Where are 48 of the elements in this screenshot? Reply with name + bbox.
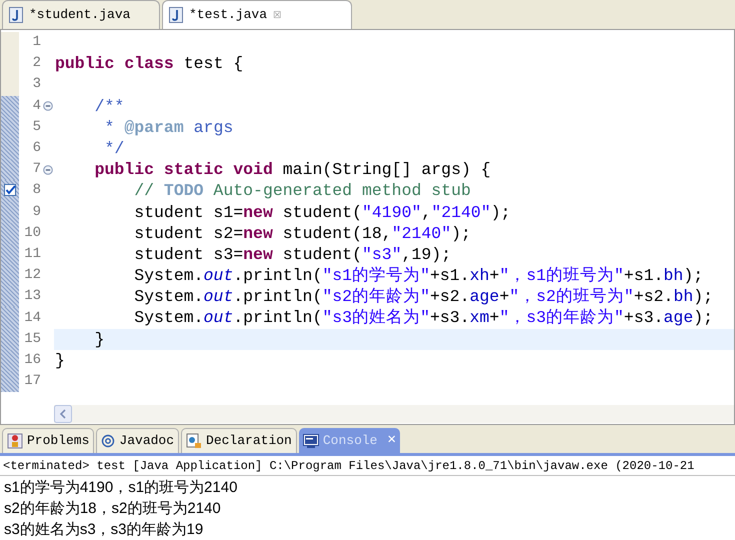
horizontal-scrollbar[interactable] xyxy=(54,405,734,424)
view-tab[interactable]: Javadoc xyxy=(96,428,180,453)
console-output-line: s1的学号为4190，s1的班号为2140 xyxy=(4,478,238,498)
line-number: 2 xyxy=(32,54,41,74)
declaration-icon xyxy=(186,433,202,449)
code-line: * @param args xyxy=(104,116,234,138)
view-tab[interactable]: Declaration xyxy=(181,428,297,453)
code-line: System.out.println("s3的姓名为"+s3.xm+"，s3的年龄为"+s3.age); xyxy=(133,307,714,329)
code-line: // TODO Auto-generated method stub xyxy=(133,180,472,202)
code-line: student s2=new student(18,"2140"); xyxy=(133,222,472,244)
code-line: student s3=new student("s3",19); xyxy=(133,244,452,266)
line-number: 12 xyxy=(23,266,41,286)
line-number: 16 xyxy=(23,350,41,370)
problems-icon xyxy=(7,433,23,449)
line-number: 8 xyxy=(32,181,41,200)
scroll-left-icon[interactable] xyxy=(54,405,72,424)
code-line: */ xyxy=(104,138,126,160)
code-line: } xyxy=(54,350,66,371)
task-checkbox-icon xyxy=(4,183,17,196)
editor-tab[interactable]: *test.java ☒ xyxy=(162,0,352,29)
line-number: 17 xyxy=(23,372,41,392)
code-line: student s1=new student("4190","2140"); xyxy=(133,202,512,223)
line-number: 4 xyxy=(32,96,41,116)
line-number: 14 xyxy=(23,308,41,328)
collapse-icon[interactable] xyxy=(42,101,52,112)
line-number: 13 xyxy=(23,287,41,306)
code-line: public static void main(String[] args) { xyxy=(94,159,492,180)
console-icon xyxy=(302,434,319,448)
console-output-line: s3的姓名为s3，s3的年龄为19 xyxy=(4,520,204,540)
code-line: System.out.println("s1的学号为"+s1.xh+"，s1的班号为"+s1.bh); xyxy=(133,265,704,286)
console-output-line: s2的年龄为18，s2的班号为2140 xyxy=(4,499,222,519)
collapse-icon[interactable] xyxy=(42,164,52,175)
line-number: 6 xyxy=(32,139,41,158)
line-number: 7 xyxy=(32,160,41,180)
line-number: 11 xyxy=(23,244,41,264)
editor-tab[interactable]: *student.java xyxy=(2,0,160,29)
java-file-icon xyxy=(169,7,183,23)
code-line: System.out.println("s2的年龄为"+s2.age+"，s2的班号为"+s2.bh); xyxy=(133,286,714,308)
line-number: 15 xyxy=(23,330,41,349)
line-number: 9 xyxy=(32,202,41,222)
view-tab[interactable]: Problems xyxy=(2,428,94,453)
line-number: 10 xyxy=(23,224,41,243)
line-number: 3 xyxy=(32,75,41,94)
line-number: 1 xyxy=(32,33,41,52)
java-file-icon xyxy=(9,7,23,23)
line-number: 5 xyxy=(32,118,41,137)
code-line: public class test { xyxy=(54,53,244,74)
code-line: /** xyxy=(94,96,126,117)
